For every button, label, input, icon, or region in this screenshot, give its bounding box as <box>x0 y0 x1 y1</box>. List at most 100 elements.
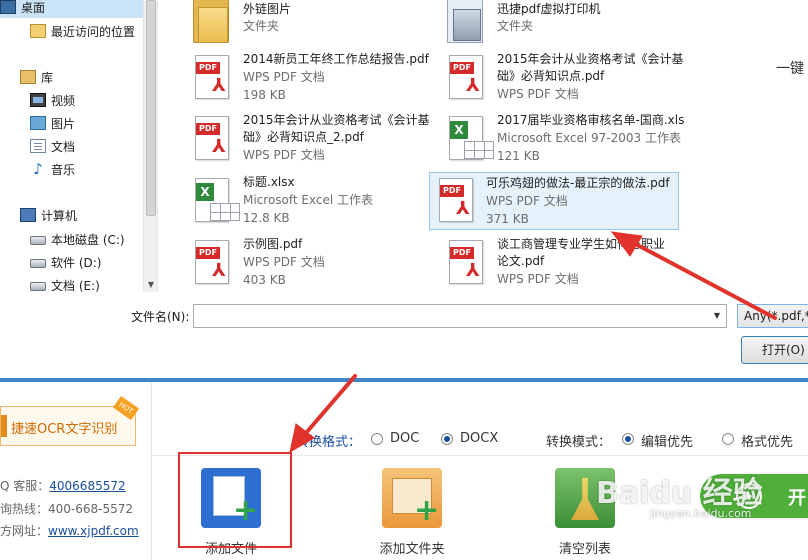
one-key-label: 一键 <box>776 61 804 77</box>
file-type: WPS PDF 文档 <box>497 87 579 101</box>
add-folder-label: 添加文件夹 <box>379 542 445 557</box>
file-name: 2015年会计从业资格考试《会计基 <box>497 52 684 66</box>
file-item[interactable]: 迅捷pdf虚拟打印机 文件夹 <box>425 0 675 50</box>
file-name: 示例图.pdf <box>243 237 303 251</box>
file-type: WPS PDF 文档 <box>243 148 325 162</box>
file-type: WPS PDF 文档 <box>486 194 568 208</box>
file-type: Microsoft Excel 工作表 <box>243 193 374 207</box>
nav-item-drive-d[interactable]: 软件 (D:) <box>30 251 157 273</box>
add-folder-icon: + <box>382 468 442 528</box>
computer-icon <box>20 208 36 222</box>
chevron-down-icon[interactable]: ▼ <box>708 305 726 327</box>
nav-item-label: 库 <box>41 70 54 85</box>
file-name: 可乐鸡翅的做法-最正宗的做法.pdf <box>486 176 670 190</box>
drive-icon <box>30 236 46 245</box>
radio-doc[interactable] <box>371 433 383 445</box>
file-item[interactable]: X 2017届毕业资格审核名单-国商.xls Microsoft Excel 9… <box>425 111 684 169</box>
file-type: Microsoft Excel 97-2003 工作表 <box>497 131 681 145</box>
contact-website: 方网址：www.xjpdf.com <box>0 522 139 539</box>
open-button[interactable]: 打开(O) <box>741 336 808 364</box>
mode-option-format-priority[interactable]: 格式优先 <box>741 431 793 450</box>
file-type: 文件夹 <box>497 19 534 33</box>
contact-prefix: 方网址： <box>0 524 49 538</box>
mode-label: 转换模式： <box>546 435 612 450</box>
clear-list-label: 清空列表 <box>558 542 611 557</box>
contact-prefix: Q 客服： <box>0 479 50 493</box>
filetype-select[interactable]: Any(*.pdf,*. <box>737 304 808 328</box>
file-name: 外链图片 <box>243 2 292 16</box>
file-size: 403 KB <box>243 273 286 287</box>
pdf-file-icon: PDF ⅄ <box>443 238 485 288</box>
document-library-icon <box>30 139 46 153</box>
file-name: 谈工商管理专业学生如何与职业 <box>497 237 666 251</box>
radio-edit-priority[interactable] <box>622 433 634 445</box>
excel-file-icon: X <box>443 114 494 164</box>
nav-item-label: 计算机 <box>41 208 78 223</box>
radio-format-priority[interactable] <box>722 433 734 445</box>
drive-icon <box>30 282 46 291</box>
file-item[interactable]: PDF ⅄ 谈工商管理专业学生如何与职业 论文.pdf WPS PDF 文档 <box>425 235 675 292</box>
nav-item-drive-e[interactable]: 文档 (E:) <box>30 274 157 292</box>
pdf-file-icon: PDF ⅄ <box>433 176 475 226</box>
scroll-down-arrow-icon[interactable]: ▼ <box>144 278 157 292</box>
add-file-icon: + <box>201 468 261 528</box>
file-item-selected[interactable]: PDF ⅄ 可乐鸡翅的做法-最正宗的做法.pdf WPS PDF 文档 371 K… <box>429 172 679 230</box>
pdf-file-icon: PDF ⅄ <box>189 53 231 103</box>
contact-hotline-value: 400-668-5572 <box>48 502 134 516</box>
file-size: 198 KB <box>243 88 286 102</box>
format-label: 转换格式： <box>296 435 362 450</box>
file-item[interactable]: PDF ⅄ 2015年会计从业资格考试《会计基 础》必背知识点.pdf WPS P… <box>425 50 684 108</box>
file-type: WPS PDF 文档 <box>243 255 325 269</box>
nav-item-label: 软件 (D:) <box>51 255 102 270</box>
nav-item-label: 文档 <box>51 139 76 154</box>
nav-item-pictures[interactable]: 图片 <box>30 112 157 134</box>
file-name: 标题.xlsx <box>243 175 295 189</box>
nav-item-recent-places[interactable]: 最近访问的位置 <box>30 20 157 42</box>
nav-item-documents[interactable]: 文档 <box>30 135 157 157</box>
format-option-docx[interactable]: DOCX <box>460 431 498 446</box>
nav-scrollbar-thumb[interactable] <box>146 0 156 216</box>
library-icon <box>20 70 36 84</box>
nav-item-video[interactable]: 视频 <box>30 89 157 111</box>
contact-prefix: 询热线： <box>0 502 49 516</box>
file-type: 文件夹 <box>243 19 280 33</box>
contact-qq-link[interactable]: 4006685572 <box>49 479 125 493</box>
file-name: 2017届毕业资格审核名单-国商.xls <box>497 113 685 127</box>
file-size: 371 KB <box>486 212 529 226</box>
nav-item-drive-c[interactable]: 本地磁盘 (C:) <box>30 228 157 250</box>
video-library-icon <box>30 93 46 107</box>
nav-item-label: 音乐 <box>51 162 76 177</box>
file-item[interactable]: X 标题.xlsx Microsoft Excel 工作表 12.8 KB <box>171 173 421 231</box>
start-label: 开 <box>788 488 806 509</box>
nav-scrollbar[interactable]: ▼ <box>143 0 157 292</box>
ocr-icon <box>1 415 7 437</box>
open-file-dialog: 桌面 最近访问的位置 库 视频 图片 文档 ♪ 音乐 计算机 本地磁盘 (C:)… <box>0 0 808 378</box>
nav-item-label: 桌面 <box>21 0 46 15</box>
nav-item-label: 本地磁盘 (C:) <box>51 232 125 247</box>
file-size: 121 KB <box>497 149 540 163</box>
nav-item-desktop[interactable]: 桌面 <box>0 0 146 18</box>
excel-file-icon: X <box>189 176 240 226</box>
file-item[interactable]: PDF ⅄ 2015年会计从业资格考试《会计基 础》必背知识点_2.pdf WPS… <box>171 111 430 169</box>
add-file-button[interactable]: + 添加文件 <box>183 462 279 557</box>
nav-item-label: 最近访问的位置 <box>51 24 136 39</box>
format-option-doc[interactable]: DOC <box>390 431 419 446</box>
recent-places-icon <box>30 24 46 38</box>
file-item[interactable]: 外链图片 文件夹 <box>171 0 421 50</box>
radio-docx[interactable] <box>441 433 453 445</box>
file-item[interactable]: PDF ⅄ 示例图.pdf WPS PDF 文档 403 KB <box>171 235 421 292</box>
nav-item-library[interactable]: 库 <box>20 66 157 88</box>
mode-option-edit-priority[interactable]: 编辑优先 <box>641 431 693 450</box>
nav-item-music[interactable]: ♪ 音乐 <box>30 158 157 180</box>
file-name-line2: 础》必背知识点.pdf <box>497 69 605 83</box>
ocr-button[interactable]: 捷速OCR文字识别 HOT <box>0 395 140 446</box>
hot-badge: HOT <box>112 395 140 421</box>
file-type: WPS PDF 文档 <box>243 70 325 84</box>
file-item[interactable]: PDF ⅄ 2014新员工年终工作总结报告.pdf WPS PDF 文档 198 … <box>171 50 429 108</box>
add-folder-button[interactable]: + 添加文件夹 <box>364 462 460 557</box>
filename-input[interactable] <box>193 304 727 328</box>
nav-item-computer[interactable]: 计算机 <box>20 204 157 226</box>
website-link[interactable]: www.xjpdf.com <box>48 524 139 538</box>
format-options-bar: 转换格式： DOC DOCX 转换模式： 编辑优先 格式优先 <box>152 422 808 456</box>
file-name: 2014新员工年终工作总结报告.pdf <box>243 52 429 66</box>
